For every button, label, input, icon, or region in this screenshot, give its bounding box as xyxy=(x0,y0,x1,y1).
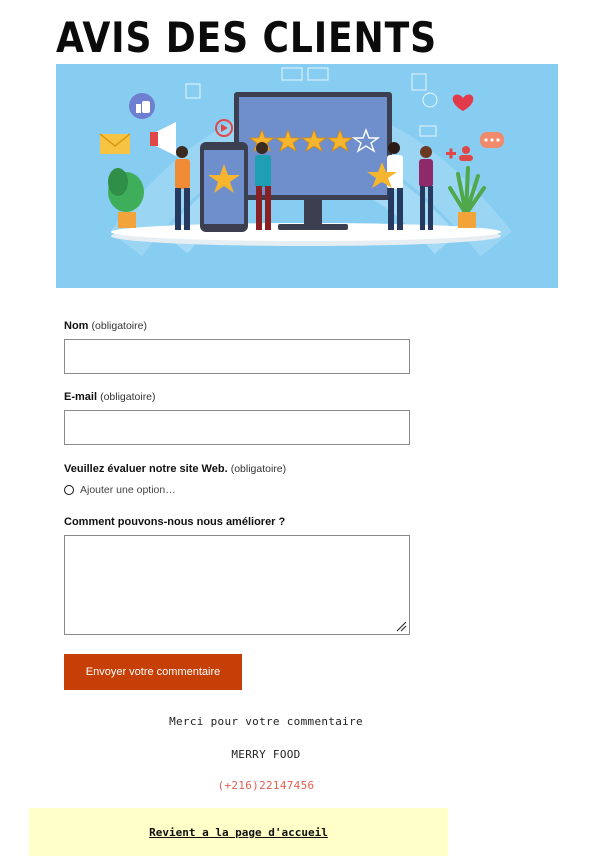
brand-name: MERRY FOOD xyxy=(231,748,301,761)
heart-icon xyxy=(452,94,474,111)
home-link-band: Revient a la page d'accueil xyxy=(29,808,448,856)
required-indicator: (obligatoire) xyxy=(230,463,287,475)
phone-number[interactable]: (+216)22147456 xyxy=(56,779,476,792)
email-label: E-mail (obligatoire) xyxy=(64,391,156,403)
rating-label: Veuillez évaluer notre site Web. (obliga… xyxy=(64,463,286,475)
rating-option[interactable]: Ajouter une option… xyxy=(64,484,176,496)
name-input[interactable] xyxy=(64,339,410,374)
submit-button[interactable]: Envoyer votre commentaire xyxy=(64,654,242,690)
page-title: AVIS DES CLIENTS xyxy=(56,13,438,62)
smartphone-icon xyxy=(200,142,248,232)
person-figure xyxy=(255,142,271,230)
required-indicator: (obligatoire) xyxy=(91,320,147,332)
chat-icon xyxy=(480,132,504,148)
required-indicator: (obligatoire) xyxy=(100,391,156,403)
comment-label-text: Comment pouvons-nous nous améliorer ? xyxy=(64,516,286,528)
comment-label: Comment pouvons-nous nous améliorer ? xyxy=(64,516,285,528)
radio-button[interactable] xyxy=(64,485,74,495)
name-label-text: Nom xyxy=(64,320,89,332)
thumbs-up-icon xyxy=(129,93,155,119)
thanks-text: Merci pour votre commentaire xyxy=(169,715,363,728)
email-label-text: E-mail xyxy=(64,391,98,403)
mail-icon xyxy=(99,133,131,154)
comment-textarea[interactable] xyxy=(64,535,410,635)
rating-label-text: Veuillez évaluer notre site Web. xyxy=(64,463,228,475)
name-label: Nom (obligatoire) xyxy=(64,320,147,332)
rating-option-label: Ajouter une option… xyxy=(80,484,176,496)
email-input[interactable] xyxy=(64,410,410,445)
home-link[interactable]: Revient a la page d'accueil xyxy=(149,826,328,839)
resize-grip-icon[interactable] xyxy=(395,620,407,632)
megaphone-icon xyxy=(150,122,176,156)
add-user-icon xyxy=(446,146,473,161)
hero-illustration xyxy=(56,64,558,288)
